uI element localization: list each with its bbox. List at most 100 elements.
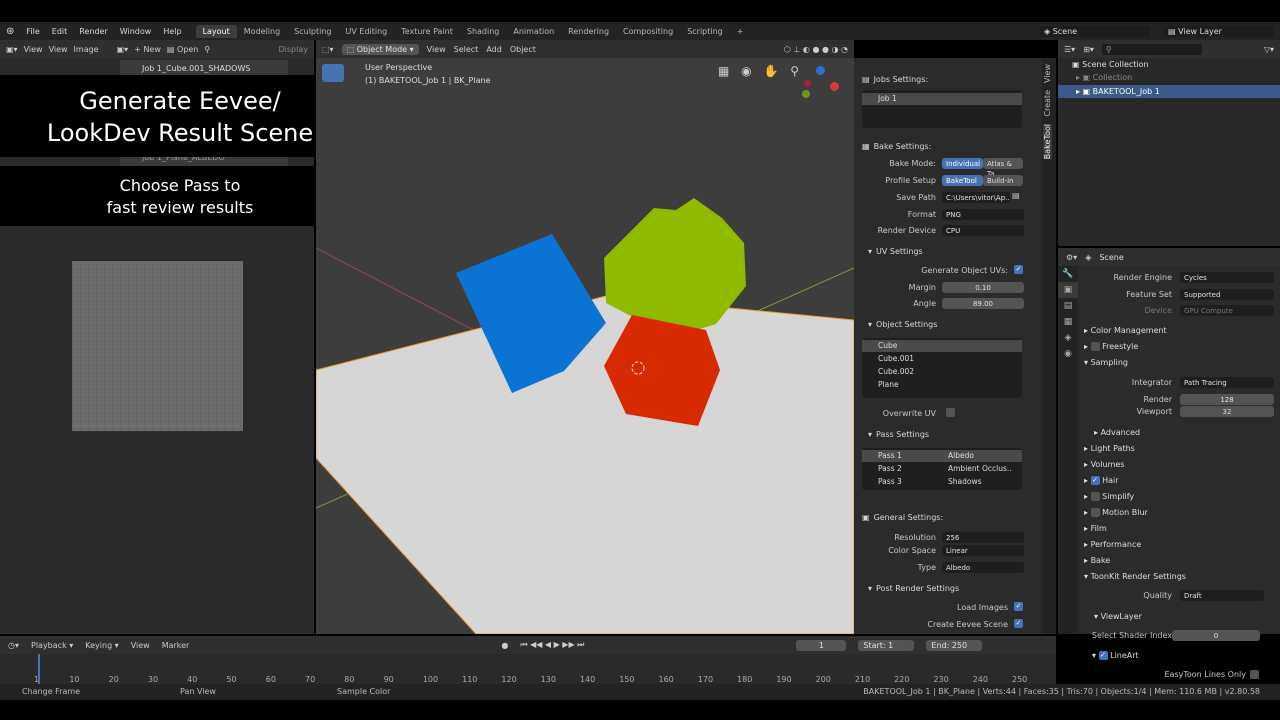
object-list-item[interactable]: Cube.001: [862, 353, 1022, 365]
viewport-samples-field[interactable]: 32: [1180, 406, 1274, 417]
tab-modeling[interactable]: Modeling: [237, 25, 287, 38]
feature-set-dropdown[interactable]: Supported: [1180, 289, 1274, 300]
pass-list-item[interactable]: Pass 1 Albedo: [862, 450, 1022, 462]
menu-view[interactable]: View: [427, 45, 446, 54]
color-space-dropdown[interactable]: Linear: [942, 545, 1024, 556]
scene-collection-row[interactable]: ▣ Scene Collection: [1072, 60, 1149, 69]
tab-create[interactable]: Create: [1043, 90, 1052, 117]
simplify-section[interactable]: ▸ Simplify: [1084, 492, 1134, 501]
editor-type-icon[interactable]: ⬚▾: [322, 45, 334, 54]
performance-section[interactable]: ▸ Performance: [1084, 540, 1141, 549]
blender-logo-icon[interactable]: ⊛: [0, 26, 20, 37]
menu-view[interactable]: View: [49, 45, 68, 54]
editor-type-icon[interactable]: ▣▾: [6, 45, 18, 54]
playback-controls-icon[interactable]: ⏮ ◀◀ ◀ ▶ ▶▶ ⏭: [520, 640, 584, 650]
pass-list-item[interactable]: Pass 2 Ambient Occlus..: [862, 463, 1022, 475]
search-input[interactable]: ⚲: [1101, 43, 1202, 55]
current-frame-field[interactable]: 1: [796, 639, 847, 651]
menu-help[interactable]: Help: [157, 27, 187, 36]
3d-viewport[interactable]: ⬚▾ ⬚ Object Mode ▾ View Select Add Objec…: [316, 40, 854, 634]
display-dropdown[interactable]: Display: [279, 45, 309, 54]
view-layer-tab-icon[interactable]: ▦: [1058, 314, 1078, 330]
tab-texture-paint[interactable]: Texture Paint: [394, 25, 460, 38]
display-mode-icon[interactable]: ⊞▾: [1083, 45, 1094, 54]
tab-scripting[interactable]: Scripting: [680, 25, 730, 38]
tool-tab-icon[interactable]: 🔧: [1058, 266, 1078, 282]
hair-section[interactable]: ▸ ✓ Hair: [1084, 476, 1119, 485]
resolution-dropdown[interactable]: 256: [942, 532, 1024, 543]
type-dropdown[interactable]: Albedo: [942, 562, 1024, 573]
menu-playback[interactable]: Playback ▾: [31, 641, 73, 650]
bake-mode-atlas-button[interactable]: Atlas & Ta..: [983, 158, 1023, 178]
tab-rendering[interactable]: Rendering: [561, 25, 616, 38]
tab-compositing[interactable]: Compositing: [616, 25, 680, 38]
quality-dropdown[interactable]: Draft: [1180, 590, 1264, 601]
menu-image[interactable]: Image: [74, 45, 99, 54]
advanced-section[interactable]: ▸ Advanced: [1094, 428, 1140, 437]
editor-type-icon[interactable]: ◷▾: [8, 641, 19, 650]
pin-icon[interactable]: ⚲: [204, 45, 210, 54]
toolbar-select-icon[interactable]: [322, 64, 344, 82]
angle-field[interactable]: 89.00: [942, 298, 1024, 309]
menu-view[interactable]: View: [131, 641, 150, 650]
toonkit-section[interactable]: ▾ ToonKit Render Settings: [1084, 572, 1186, 581]
object-mode-dropdown[interactable]: ⬚ Object Mode ▾: [341, 43, 419, 55]
render-engine-dropdown[interactable]: Cycles: [1180, 272, 1274, 283]
tab-sculpting[interactable]: Sculpting: [287, 25, 338, 38]
menu-edit[interactable]: Edit: [46, 27, 74, 36]
profile-baketool-button[interactable]: BakeTool: [942, 175, 983, 186]
menu-keying[interactable]: Keying ▾: [85, 641, 118, 650]
post-render-header[interactable]: ▾ Post Render Settings: [868, 584, 959, 593]
tab-shading[interactable]: Shading: [460, 25, 507, 38]
editor-type-icon[interactable]: ☰▾: [1064, 45, 1075, 54]
save-path-field[interactable]: C:\Users\vitor\Ap..: [942, 192, 1010, 203]
start-frame-field[interactable]: Start: 1: [858, 639, 915, 651]
axis-gizmo-icon[interactable]: [800, 66, 840, 106]
record-icon[interactable]: ●: [501, 641, 508, 650]
lineart-section[interactable]: ▾ ✓ LineArt: [1092, 651, 1139, 660]
sampling-section[interactable]: ▾ Sampling: [1084, 358, 1128, 367]
freestyle-section[interactable]: ▸ Freestyle: [1084, 342, 1138, 351]
tab-view[interactable]: View: [1043, 64, 1052, 83]
shading-icons[interactable]: ⬡ ⊥ ◐ ● ● ◑ ◔: [784, 45, 848, 54]
filter-icon[interactable]: ▽▾: [1264, 45, 1274, 54]
menu-file[interactable]: File: [20, 27, 45, 36]
format-dropdown[interactable]: PNG: [942, 209, 1024, 220]
overwrite-uv-checkbox[interactable]: [946, 408, 955, 417]
nav-icons[interactable]: ▦ ◉ ✋ ⚲: [718, 64, 803, 78]
shader-index-field[interactable]: 0: [1172, 630, 1260, 641]
image-browse-icon[interactable]: ▣▾: [117, 45, 129, 54]
easytoon-checkbox[interactable]: [1250, 670, 1259, 679]
world-tab-icon[interactable]: ◉: [1058, 346, 1078, 362]
new-image-button[interactable]: + New: [134, 45, 161, 54]
device-dropdown[interactable]: GPU Compute: [1180, 305, 1274, 316]
motion-blur-section[interactable]: ▸ Motion Blur: [1084, 508, 1148, 517]
viewlayer-section[interactable]: ▾ ViewLayer: [1094, 612, 1142, 621]
render-device-dropdown[interactable]: CPU: [942, 225, 1024, 236]
color-management-section[interactable]: ▸ Color Management: [1084, 326, 1167, 335]
pass-list-item[interactable]: Pass 3 Shadows: [862, 476, 1022, 488]
menu-select[interactable]: Select: [454, 45, 479, 54]
menu-marker[interactable]: Marker: [162, 641, 190, 650]
tab-baketool[interactable]: BakeTool: [1043, 124, 1052, 160]
object-settings-header[interactable]: ▾ Object Settings: [868, 320, 937, 329]
menu-render[interactable]: Render: [73, 27, 113, 36]
folder-icon[interactable]: ▤: [1012, 191, 1020, 200]
bake-section[interactable]: ▸ Bake: [1084, 556, 1110, 565]
scene-selector[interactable]: ◈ Scene: [1040, 25, 1150, 37]
integrator-dropdown[interactable]: Path Tracing: [1180, 377, 1274, 388]
render-samples-field[interactable]: 128: [1180, 394, 1274, 405]
bake-mode-individual-button[interactable]: Individual: [942, 158, 983, 169]
view-layer-selector[interactable]: ▤ View Layer: [1164, 25, 1274, 37]
collection-row[interactable]: ▸ ▣ Collection: [1076, 73, 1132, 82]
volumes-section[interactable]: ▸ Volumes: [1084, 460, 1124, 469]
end-frame-field[interactable]: End: 250: [926, 639, 983, 651]
tab-layout[interactable]: Layout: [195, 24, 237, 38]
load-images-checkbox[interactable]: ✓: [1014, 602, 1023, 611]
render-tab-icon[interactable]: ▣: [1058, 282, 1078, 298]
editor-type-icon[interactable]: ⚙▾: [1066, 253, 1077, 262]
baketool-job-row[interactable]: ▸ ▣ BAKETOOL_Job 1: [1058, 85, 1280, 98]
scene-tab-icon[interactable]: ◈: [1058, 330, 1078, 346]
tab-uv-editing[interactable]: UV Editing: [339, 25, 395, 38]
open-image-button[interactable]: ▤ Open: [167, 45, 198, 54]
